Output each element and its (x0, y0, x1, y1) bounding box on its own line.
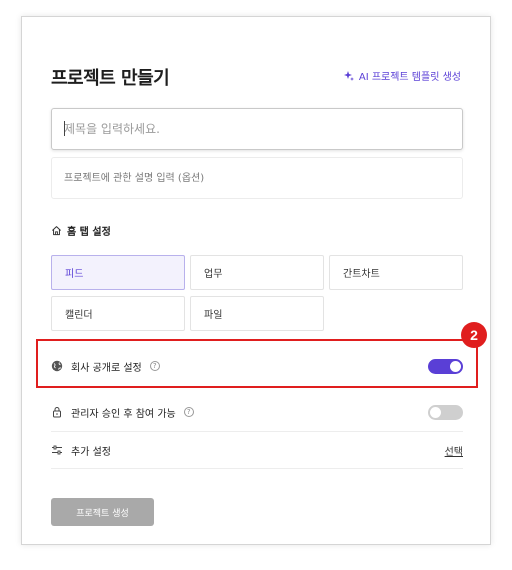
ai-template-label: AI 프로젝트 템플릿 생성 (358, 72, 461, 83)
create-project-dialog: 프로젝트 만들기 AI 프로젝트 템플릿 생성 홈 탭 설정 피드 업무 간트차… (21, 16, 491, 545)
home-tab-options: 피드 업무 간트차트 캘린더 파일 (51, 255, 463, 331)
ai-template-link[interactable]: AI 프로젝트 템플릿 생성 (343, 68, 461, 83)
text-caret (64, 121, 65, 136)
home-tab-option-calendar[interactable]: 캘린더 (51, 296, 185, 331)
divider (51, 431, 463, 432)
home-tab-section-label: 홈 탭 설정 (67, 227, 111, 238)
home-tab-section-title: 홈 탭 설정 (51, 223, 111, 238)
home-icon (52, 226, 61, 236)
create-project-button[interactable]: 프로젝트 생성 (51, 498, 154, 526)
highlight-box (36, 339, 478, 388)
extra-settings-label: 추가 설정 (71, 446, 111, 458)
home-tab-option-feed[interactable]: 피드 (51, 255, 185, 290)
step-number-badge: 2 (461, 322, 487, 348)
lock-icon (53, 407, 61, 418)
sliders-icon (52, 445, 62, 455)
home-tab-option-files[interactable]: 파일 (190, 296, 324, 331)
admin-approval-toggle[interactable] (428, 404, 463, 420)
divider (51, 468, 463, 469)
home-tab-option-gantt[interactable]: 간트차트 (329, 255, 463, 290)
toggle-knob (430, 406, 441, 418)
home-tab-option-tasks[interactable]: 업무 (190, 255, 324, 290)
sparkle-icon (343, 70, 354, 81)
dialog-title: 프로젝트 만들기 (51, 68, 170, 89)
extra-settings-row: 추가 설정 선택 (51, 435, 463, 465)
extra-settings-select-link[interactable]: 선택 (445, 443, 463, 458)
help-icon[interactable]: ? (183, 407, 194, 417)
admin-approval-label: 관리자 승인 후 참여 가능 (71, 408, 176, 420)
project-title-input[interactable] (51, 108, 463, 150)
project-description-input[interactable] (51, 157, 463, 199)
admin-approval-row: 관리자 승인 후 참여 가능 ? (51, 397, 463, 427)
